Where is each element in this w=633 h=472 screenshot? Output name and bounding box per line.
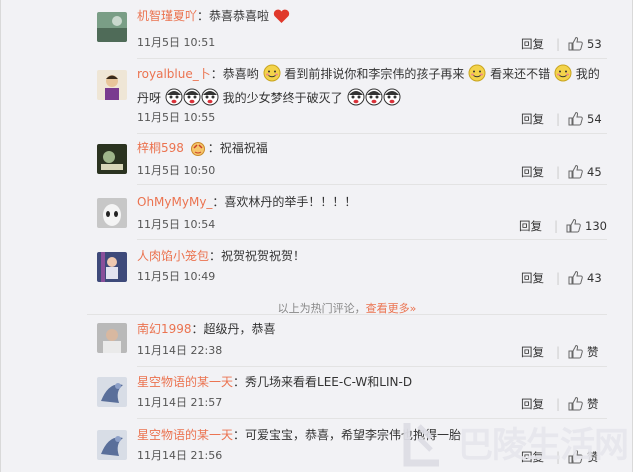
thumbs-up-icon[interactable] xyxy=(568,396,583,411)
action-separator: | xyxy=(555,164,560,179)
avatar[interactable] xyxy=(97,144,127,174)
timestamp: 11月5日 10:49 xyxy=(137,270,216,283)
comment-text: ：祝福祝福 xyxy=(207,141,268,155)
thumbs-up-icon[interactable] xyxy=(568,164,583,179)
username[interactable]: 星空物语的某一天 xyxy=(137,375,233,389)
crying-face-icon xyxy=(183,88,201,106)
timestamp: 11月5日 10:54 xyxy=(137,218,216,231)
action-separator: | xyxy=(555,344,560,359)
crying-face-icon xyxy=(383,88,401,106)
comment-text: ：恭喜恭喜啦 xyxy=(197,9,270,23)
username[interactable]: 梓桐598 xyxy=(137,141,184,155)
comment-text: ：秀几场来看看LEE-C-W和LIN-D xyxy=(233,375,413,389)
like-count: 45 xyxy=(587,164,602,179)
username[interactable]: royalblue_卜 xyxy=(137,67,211,81)
avatar[interactable] xyxy=(97,12,127,42)
like-label[interactable]: 赞 xyxy=(587,345,607,359)
crying-face-icon xyxy=(165,88,183,106)
action-separator: | xyxy=(555,270,560,285)
comment-panel: 机智瑾夏吖：恭喜恭喜啦 11月5日 10:51 回复 | 53 royalblu… xyxy=(0,0,633,472)
like-count: 43 xyxy=(587,270,602,285)
avatar[interactable] xyxy=(97,323,127,353)
timestamp: 11月5日 10:51 xyxy=(137,36,216,49)
watermark-text: 巴陵生活网 xyxy=(457,425,629,466)
comment-text: 我的 xyxy=(575,67,600,81)
site-watermark: 巴陵生活网 xyxy=(397,414,632,472)
divider xyxy=(137,184,607,185)
watermark-logo-icon xyxy=(403,423,439,467)
avatar[interactable] xyxy=(97,198,127,228)
crying-face-icon xyxy=(201,88,219,106)
divider xyxy=(137,133,607,134)
comment-text: ：恭喜哟 xyxy=(210,67,259,81)
username[interactable]: 南幻1998 xyxy=(137,322,192,336)
divider xyxy=(137,366,607,367)
clapping-hands-icon xyxy=(190,142,205,156)
blush-face-icon xyxy=(554,64,572,82)
reply-button[interactable]: 回复 xyxy=(521,165,544,179)
timestamp: 11月14日 21:57 xyxy=(137,396,223,409)
like-count: 54 xyxy=(587,111,602,126)
reply-button[interactable]: 回复 xyxy=(521,271,544,285)
thumbs-up-icon[interactable] xyxy=(568,344,583,359)
avatar[interactable] xyxy=(97,430,127,460)
blush-face-icon xyxy=(263,64,281,82)
avatar[interactable] xyxy=(97,377,127,407)
divider xyxy=(87,314,607,315)
username[interactable]: OhMyMyMy_ xyxy=(137,195,212,209)
like-count: 130 xyxy=(585,218,607,233)
timestamp: 11月14日 22:38 xyxy=(137,344,223,357)
action-separator: | xyxy=(555,111,560,126)
action-separator: | xyxy=(555,36,560,51)
comment-text: ：祝贺祝贺祝贺！ xyxy=(209,249,306,263)
comment-text: ：超级丹，恭喜 xyxy=(191,322,276,336)
reply-button[interactable]: 回复 xyxy=(519,219,542,233)
timestamp: 11月14日 21:56 xyxy=(137,449,223,462)
reply-button[interactable]: 回复 xyxy=(521,112,544,126)
timestamp: 11月5日 10:55 xyxy=(137,111,216,124)
crying-face-icon xyxy=(347,88,365,106)
username[interactable]: 星空物语的某一天 xyxy=(137,428,233,442)
reply-button[interactable]: 回复 xyxy=(521,397,544,411)
reply-button[interactable]: 回复 xyxy=(521,37,544,51)
comment-text: 看到前排说你和李宗伟的孩子再来 xyxy=(284,67,465,81)
comment-list: 机智瑾夏吖：恭喜恭喜啦 11月5日 10:51 回复 | 53 royalblu… xyxy=(87,0,607,472)
divider xyxy=(137,58,607,59)
action-separator: | xyxy=(555,396,560,411)
comment-text: 我的少女梦终于破灭了 xyxy=(222,91,343,105)
thumbs-up-icon[interactable] xyxy=(568,111,583,126)
username[interactable]: 人肉馅小笼包 xyxy=(137,249,209,263)
like-count: 53 xyxy=(587,36,602,51)
comment-text: 丹呀 xyxy=(137,91,162,105)
blush-face-icon xyxy=(468,64,486,82)
heart-icon xyxy=(273,9,290,23)
crying-face-icon xyxy=(365,88,383,106)
comment-text: ：喜欢林丹的举手！！！！ xyxy=(212,195,357,209)
reply-button[interactable]: 回复 xyxy=(521,345,544,359)
divider xyxy=(137,239,607,240)
timestamp: 11月5日 10:50 xyxy=(137,164,216,177)
action-separator: | xyxy=(554,218,559,233)
thumbs-up-icon[interactable] xyxy=(568,36,583,51)
like-label[interactable]: 赞 xyxy=(587,397,607,411)
thumbs-up-icon[interactable] xyxy=(566,218,581,233)
comment-text: 看来还不错 xyxy=(490,67,551,81)
avatar[interactable] xyxy=(97,252,127,282)
username[interactable]: 机智瑾夏吖 xyxy=(137,9,197,23)
thumbs-up-icon[interactable] xyxy=(568,270,583,285)
avatar[interactable] xyxy=(97,70,127,100)
